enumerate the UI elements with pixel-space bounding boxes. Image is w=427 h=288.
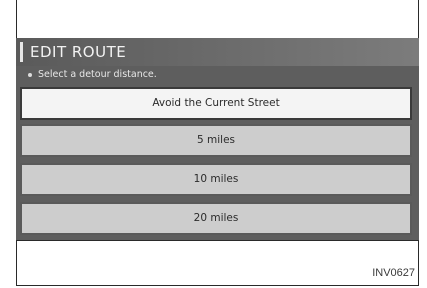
option-5-miles[interactable]: 5 miles [20,124,412,157]
title-bar: EDIT ROUTE [16,38,419,66]
screen-title: EDIT ROUTE [30,43,127,61]
title-accent-bar [20,42,23,62]
option-avoid-current-street[interactable]: Avoid the Current Street [20,87,412,120]
prompt-row: Select a detour distance. [16,68,419,84]
figure-id-label: INV0627 [372,267,415,279]
prompt-text: Select a detour distance. [38,69,157,80]
bullet-icon [28,73,32,77]
option-20-miles[interactable]: 20 miles [20,202,412,235]
option-10-miles[interactable]: 10 miles [20,163,412,196]
nav-screen: EDIT ROUTE Select a detour distance. Avo… [16,38,419,241]
